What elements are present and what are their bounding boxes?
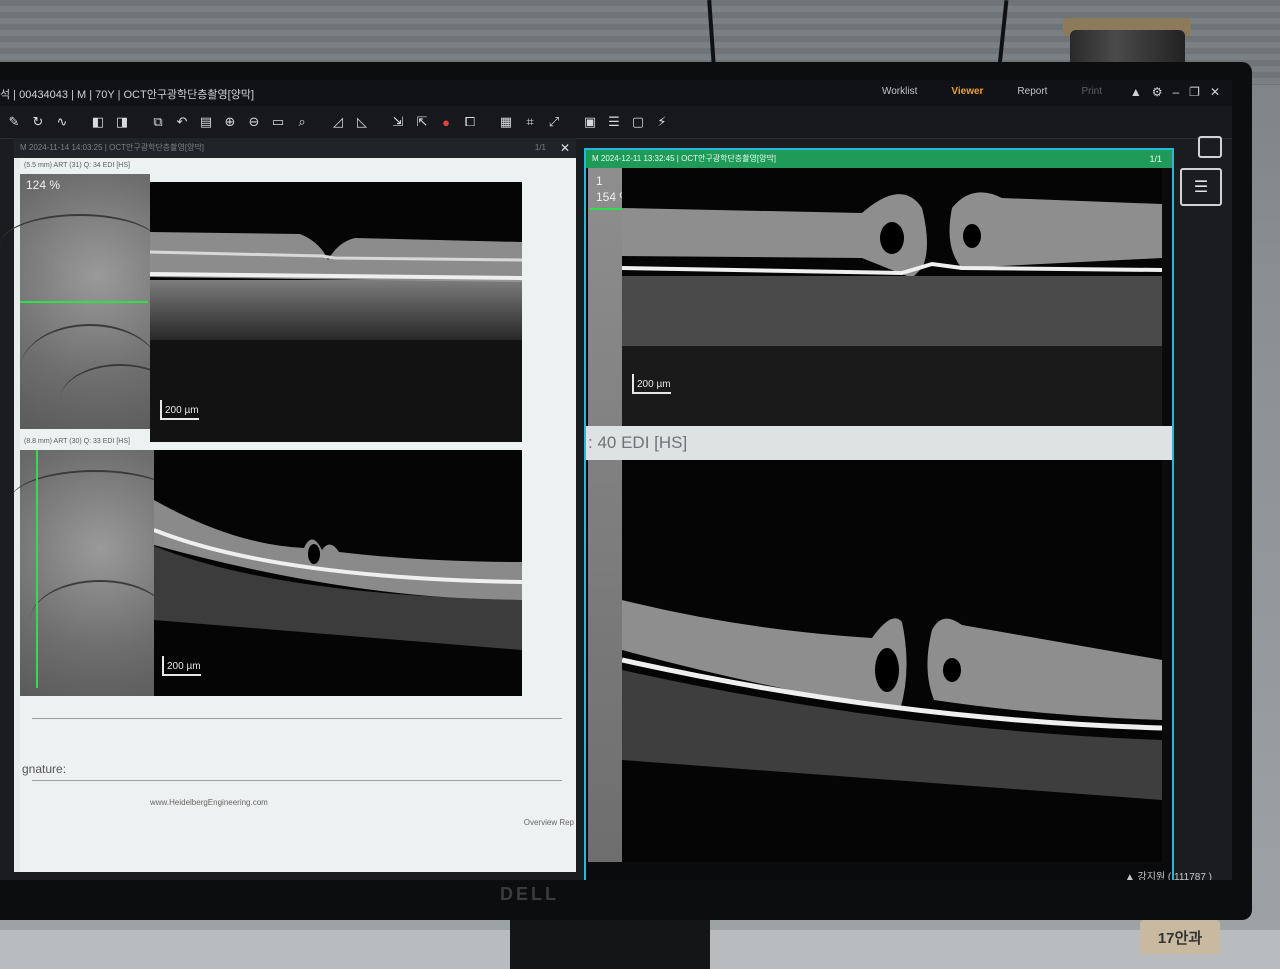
- monitor: 석 | 00434043 | M | 70Y | OCT안구광학단층촬영[양막]…: [0, 62, 1252, 920]
- user-icon[interactable]: ▲: [1130, 85, 1142, 99]
- export-icon[interactable]: ⇲: [388, 112, 408, 132]
- page-icon[interactable]: ▤: [196, 112, 216, 132]
- oct-bscan-right-2: [622, 460, 1162, 862]
- pen-icon[interactable]: ✎: [4, 112, 24, 132]
- right-pane-page: 1/1: [1149, 154, 1162, 164]
- magnify-icon[interactable]: ⌕: [292, 112, 312, 132]
- next-icon[interactable]: ◨: [112, 112, 132, 132]
- close-icon[interactable]: ✕: [1210, 85, 1220, 99]
- divider: [32, 780, 562, 781]
- right-scan1-index: 1: [596, 174, 603, 188]
- right-scan1-scale-bar: 200 µm: [632, 374, 671, 394]
- undo-icon[interactable]: ↶: [172, 112, 192, 132]
- scan1-header: (5.5 mm) ART (31) Q: 34 EDI [HS]: [24, 162, 130, 169]
- nav-viewer[interactable]: Viewer: [951, 86, 983, 97]
- room-sticker: 17안과: [1140, 920, 1220, 954]
- window-controls: ▲ ⚙ – ❐ ✕: [1130, 85, 1220, 99]
- left-pane-page: 1/1: [534, 143, 546, 152]
- left-pane-title: M 2024-11-14 14:03:25 | OCT안구광학단층촬영[양막]: [20, 143, 205, 152]
- fundus-image-2: [10, 450, 180, 696]
- nav-report[interactable]: Report: [1017, 86, 1047, 97]
- minimize-icon[interactable]: –: [1172, 85, 1179, 99]
- nav-print[interactable]: Print: [1081, 86, 1102, 97]
- scan2-scale-bar: 200 µm: [162, 656, 201, 676]
- monitor-icon[interactable]: ▢: [628, 112, 648, 132]
- layout-toggle-icon[interactable]: [1198, 136, 1222, 158]
- window-title: 석 | 00434043 | M | 70Y | OCT안구광학단층촬영[양막]: [0, 89, 255, 101]
- toolbar: ✎ ↻ ∿ ◧ ◨ ⧉ ↶ ▤ ⊕ ⊖ ▭ ⌕ ◿ ◺ ⇲ ⇱ ● ⧠ ▦ ⌗ …: [0, 106, 1232, 139]
- report-page: (5.5 mm) ART (31) Q: 34 EDI [HS] 124 % 2…: [0, 158, 576, 872]
- wave-icon[interactable]: ∿: [52, 112, 72, 132]
- copy-icon[interactable]: ⧠: [460, 112, 480, 132]
- status-user: ▲ 강지원 ( 111787 ): [1124, 872, 1212, 880]
- right-viewer-pane[interactable]: M 2024-12-11 13:32:45 | OCT안구광학단층촬영[양막] …: [584, 148, 1174, 880]
- scan-position-line: [20, 301, 148, 303]
- restore-icon[interactable]: ❐: [1189, 85, 1200, 99]
- expand-icon[interactable]: ⤢: [544, 112, 564, 132]
- gear-icon[interactable]: ⚙: [1152, 85, 1163, 99]
- mirror-icon[interactable]: ◺: [352, 112, 372, 132]
- divider: [32, 718, 562, 719]
- scan-position-line: [36, 450, 38, 688]
- flip-icon[interactable]: ◿: [328, 112, 348, 132]
- nav-worklist[interactable]: Worklist: [882, 86, 917, 97]
- right-pane-title: M 2024-12-11 13:32:45 | OCT안구광학단층촬영[양막]: [592, 154, 777, 163]
- left-viewer-pane[interactable]: M 2024-11-14 14:03:25 | OCT안구광학단층촬영[양막] …: [0, 138, 576, 872]
- screen: 석 | 00434043 | M | 70Y | OCT안구광학단층촬영[양막]…: [0, 80, 1232, 880]
- grid-icon[interactable]: ▦: [496, 112, 516, 132]
- crop-icon[interactable]: ⌗: [520, 112, 540, 132]
- zoom-in-icon[interactable]: ⊕: [220, 112, 240, 132]
- scan2-header: (8.8 mm) ART (30) Q: 33 EDI [HS]: [24, 438, 130, 445]
- scan1-scale-bar: 200 µm: [160, 400, 199, 420]
- oct-bscan-right-1: 200 µm: [622, 168, 1162, 426]
- right-scan2-header: : 40 EDI [HS]: [586, 426, 1172, 460]
- color-icon[interactable]: ●: [436, 112, 456, 132]
- oct-bscan-1: 200 µm: [150, 182, 522, 442]
- scan-position-line: [590, 208, 624, 210]
- save-icon[interactable]: ▣: [580, 112, 600, 132]
- zoom-out-icon[interactable]: ⊖: [244, 112, 264, 132]
- signature-label: gnature:: [22, 762, 67, 776]
- dell-logo: DELL: [500, 884, 559, 904]
- rotate-icon[interactable]: ↻: [28, 112, 48, 132]
- side-menu-button[interactable]: ☰: [1180, 168, 1222, 206]
- fundus-strip: [588, 168, 622, 862]
- compare-icon[interactable]: ⧉: [148, 112, 168, 132]
- title-bar: 석 | 00434043 | M | 70Y | OCT안구광학단층촬영[양막]…: [0, 80, 1232, 106]
- left-pane-close-icon[interactable]: ✕: [560, 138, 570, 158]
- footer-right-text: Overview Rep: [523, 818, 574, 827]
- prev-icon[interactable]: ◧: [88, 112, 108, 132]
- footer-url: www.HeidelbergEngineering.com: [150, 798, 268, 807]
- scan1-zoom: 124 %: [26, 178, 61, 192]
- left-pane-header: M 2024-11-14 14:03:25 | OCT안구광학단층촬영[양막] …: [14, 138, 576, 158]
- list-icon[interactable]: ☰: [604, 112, 624, 132]
- import-icon[interactable]: ⇱: [412, 112, 432, 132]
- fit-icon[interactable]: ▭: [268, 112, 288, 132]
- right-pane-header: M 2024-12-11 13:32:45 | OCT안구광학단층촬영[양막] …: [586, 150, 1172, 168]
- main-nav: Worklist Viewer Report Print: [882, 86, 1102, 97]
- link-icon[interactable]: ⚡: [652, 112, 672, 132]
- oct-bscan-2: 200 µm: [154, 450, 522, 696]
